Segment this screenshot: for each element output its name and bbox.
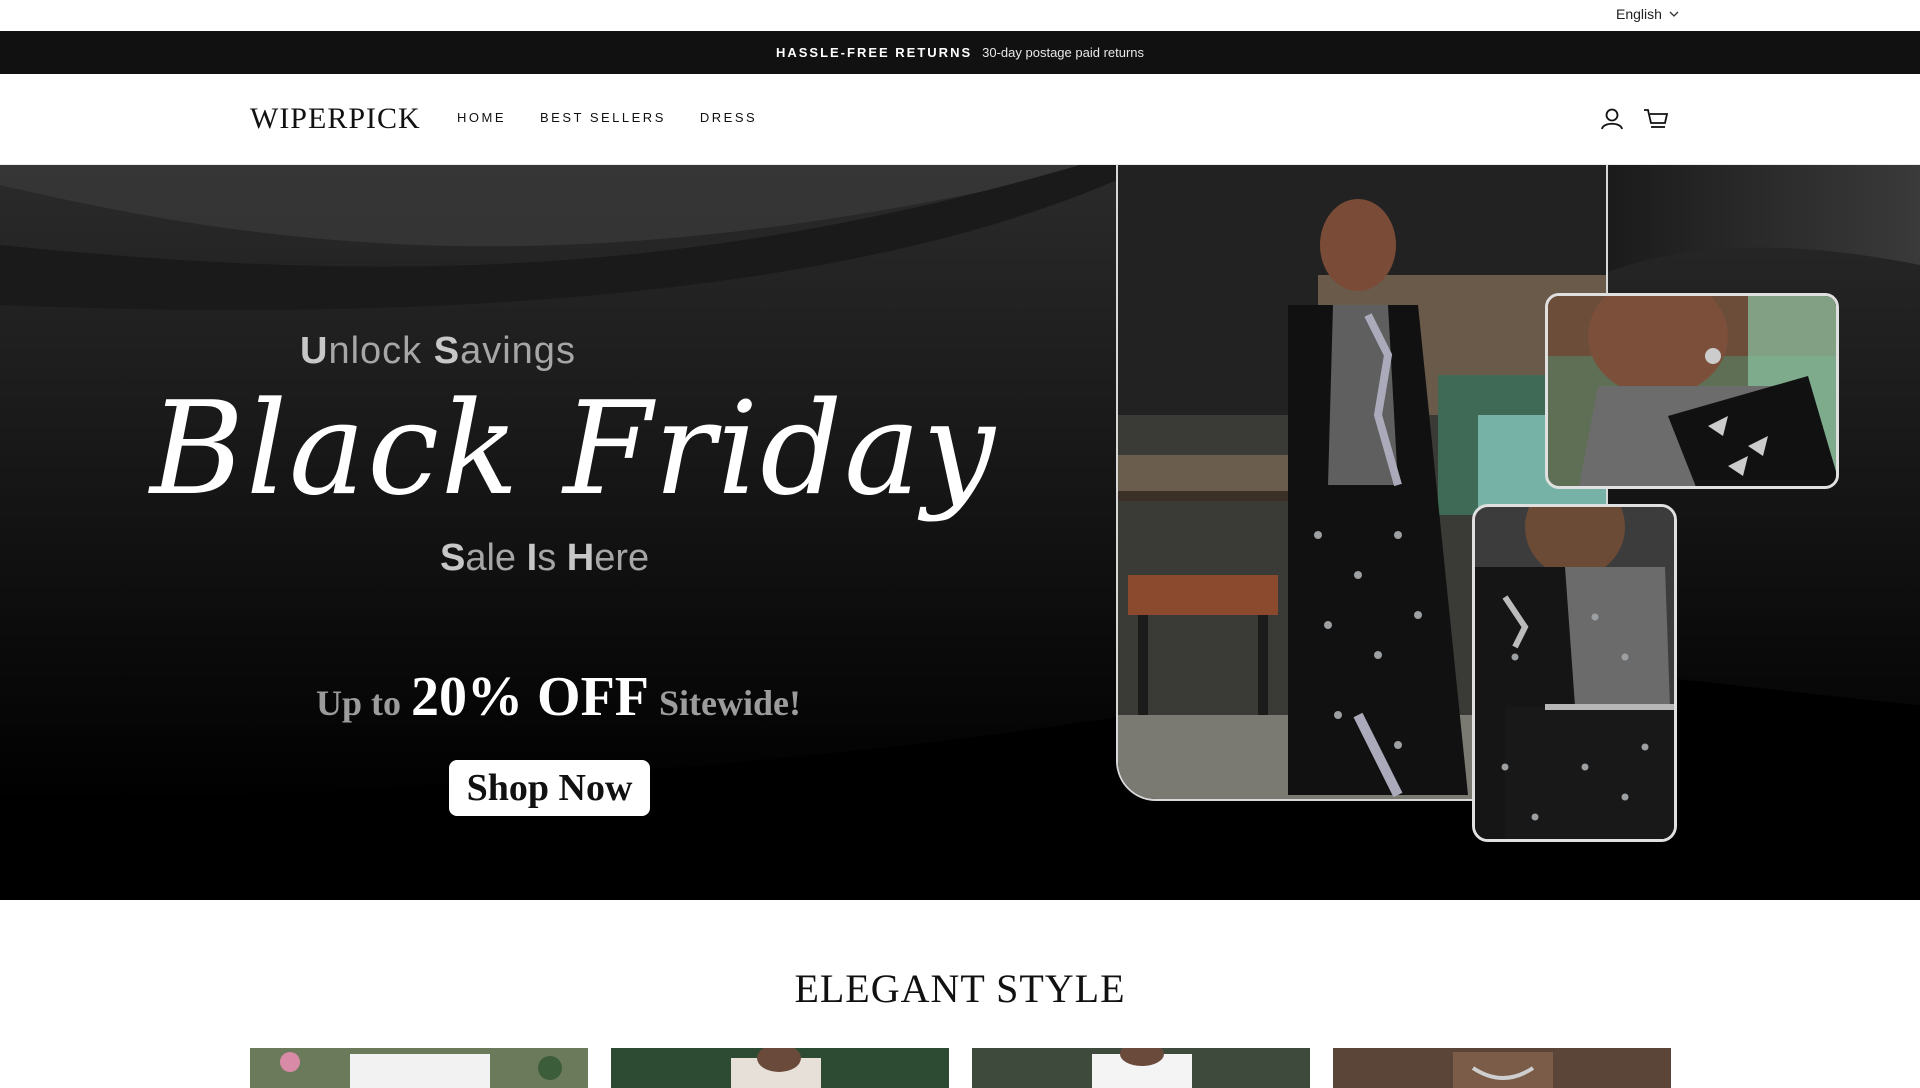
shop-now-button[interactable]: Shop Now: [449, 760, 650, 816]
site-header: WIPERPICK HOME BEST SELLERS DRESS: [0, 74, 1920, 165]
site-logo[interactable]: WIPERPICK: [250, 102, 421, 136]
product-card-row: [250, 1048, 1671, 1088]
nav-item-dress[interactable]: DRESS: [700, 110, 757, 125]
language-label: English: [1616, 6, 1662, 22]
product-card[interactable]: [972, 1048, 1310, 1088]
utility-bar: English: [0, 0, 1920, 30]
cart-icon[interactable]: [1642, 105, 1670, 133]
announcement-subtitle: 30-day postage paid returns: [982, 45, 1145, 60]
hero-title: Black Friday: [150, 375, 997, 524]
section-title: ELEGANT STYLE: [794, 966, 1126, 1011]
hero-offer-percent: 20% OFF: [411, 666, 649, 728]
product-card[interactable]: [611, 1048, 949, 1088]
hero-text-block: Unlock Savings Black Friday Sale Is Here…: [0, 165, 1100, 900]
hero-banner[interactable]: Unlock Savings Black Friday Sale Is Here…: [0, 165, 1920, 900]
product-card[interactable]: [1333, 1048, 1671, 1088]
hero-photo-detail-top: [1545, 293, 1839, 489]
chevron-down-icon: [1669, 11, 1679, 17]
language-selector[interactable]: English: [1616, 6, 1680, 22]
announcement-title: HASSLE-FREE RETURNS: [775, 45, 973, 60]
header-icons: [1598, 105, 1670, 133]
hero-sale-line: Sale Is Here: [440, 537, 650, 579]
announcement-bar: HASSLE-FREE RETURNS 30-day postage paid …: [0, 31, 1920, 74]
account-icon[interactable]: [1598, 105, 1626, 133]
hero-photo-detail-bottom: [1472, 504, 1677, 842]
main-nav: HOME BEST SELLERS DRESS: [457, 110, 757, 125]
hero-unlock-line: Unlock Savings: [300, 330, 576, 372]
hero-offer: Up to 20% OFF Sitewide!: [316, 666, 801, 728]
product-card[interactable]: [250, 1048, 588, 1088]
nav-item-best-sellers[interactable]: BEST SELLERS: [540, 110, 666, 125]
nav-item-home[interactable]: HOME: [457, 110, 506, 125]
